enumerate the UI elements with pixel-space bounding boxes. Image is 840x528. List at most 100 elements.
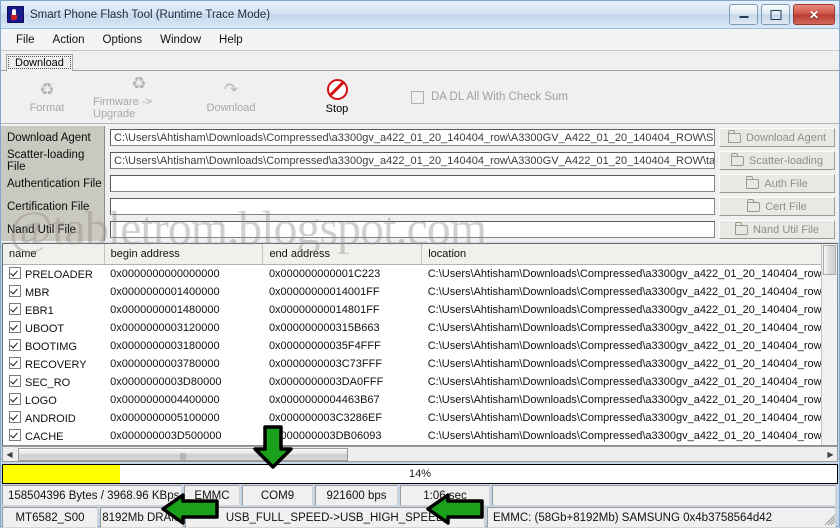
application-window: Smart Phone Flash Tool (Runtime Trace Mo… <box>0 0 840 528</box>
table-row[interactable]: UBOOT 0x0000000003120000 0x000000000315B… <box>3 319 837 337</box>
browse-button-scatter-loading[interactable]: Scatter-loading <box>719 151 835 170</box>
menu-bar: File Action Options Window Help <box>1 29 839 51</box>
menu-item-action[interactable]: Action <box>44 32 94 48</box>
horizontal-scroll-thumb[interactable]: ||| <box>18 447 348 461</box>
browse-button-nand-util-file[interactable]: Nand Util File <box>719 220 835 239</box>
input-scatter-loading[interactable]: C:\Users\Ahtisham\Downloads\Compressed\a… <box>110 152 715 169</box>
cell-location: C:\Users\Ahtisham\Downloads\Compressed\a… <box>427 322 837 334</box>
table-row[interactable]: ANDROID 0x0000000005100000 0x000000003C3… <box>3 409 837 427</box>
toolbar-button-stop[interactable]: Stop <box>291 73 383 121</box>
table-row[interactable]: LOGO 0x0000000004400000 0x0000000004463B… <box>3 391 837 409</box>
scroll-left-arrow-icon[interactable]: ◀ <box>3 448 16 461</box>
menu-item-options[interactable]: Options <box>94 32 152 48</box>
cell-end-address: 0x0000000003DA0FFF <box>268 376 384 388</box>
folder-icon <box>731 153 744 166</box>
status-dram: 8192Mb DRAM <box>100 507 183 528</box>
browse-button-auth-file[interactable]: Auth File <box>719 174 835 193</box>
upgrade-icon: ♻ <box>131 73 147 93</box>
maximize-button[interactable] <box>761 4 790 25</box>
row-checkbox[interactable] <box>9 357 21 369</box>
input-authentication-file[interactable] <box>110 175 715 192</box>
label-certification-file: Certification File <box>1 195 105 218</box>
browse-button-download-agent[interactable]: Download Agent <box>719 128 835 147</box>
input-certification-file[interactable] <box>110 198 715 215</box>
menu-item-file[interactable]: File <box>7 32 44 48</box>
table-header-row: name begin address end address location <box>3 244 837 265</box>
label-nand-util-file: Nand Util File <box>1 218 105 241</box>
input-nand-util-file[interactable] <box>110 221 715 238</box>
toolbar-button-firmware-upgrade[interactable]: ♻ Firmware -> Upgrade <box>93 73 185 121</box>
horizontal-scroll-track[interactable]: ||| <box>16 447 824 461</box>
cell-end-address: 0x00000000035F4FFF <box>268 340 381 352</box>
table-row[interactable]: PRELOADER 0x0000000000000000 0x000000000… <box>3 265 837 284</box>
window-controls: ✕ <box>729 4 835 25</box>
column-header-name[interactable]: name <box>3 244 105 265</box>
cell-end-address: 0x000000003DB06093 <box>268 430 382 442</box>
cell-begin-address: 0x0000000004400000 <box>110 394 220 406</box>
status-com-port: COM9 <box>242 485 313 506</box>
minimize-button[interactable] <box>729 4 758 25</box>
browse-button-cert-file[interactable]: Cert File <box>719 197 835 216</box>
column-header-location[interactable]: location <box>421 244 837 265</box>
scroll-right-arrow-icon[interactable]: ▶ <box>824 448 837 461</box>
cell-location: C:\Users\Ahtisham\Downloads\Compressed\a… <box>427 358 837 370</box>
table-body: PRELOADER 0x0000000000000000 0x000000000… <box>3 265 837 446</box>
row-checkbox[interactable] <box>9 411 21 423</box>
row-checkbox[interactable] <box>9 285 21 297</box>
partition-grid: name begin address end address location … <box>3 244 837 445</box>
row-checkbox[interactable] <box>9 321 21 333</box>
cell-begin-address: 0x0000000001480000 <box>110 304 220 316</box>
close-button[interactable]: ✕ <box>793 4 835 25</box>
row-checkbox[interactable] <box>9 429 21 441</box>
table-row[interactable]: MBR 0x0000000001400000 0x00000000014001F… <box>3 283 837 301</box>
cell-end-address: 0x0000000003C73FFF <box>268 358 383 370</box>
table-row[interactable]: CACHE 0x000000003D500000 0x000000003DB06… <box>3 427 837 445</box>
window-title: Smart Phone Flash Tool (Runtime Trace Mo… <box>30 8 271 21</box>
cell-location: C:\Users\Ahtisham\Downloads\Compressed\a… <box>427 376 837 388</box>
table-row[interactable]: SEC_RO 0x0000000003D80000 0x0000000003DA… <box>3 373 837 391</box>
close-icon: ✕ <box>808 7 820 22</box>
cell-end-address: 0x00000000014801FF <box>268 304 380 316</box>
input-download-agent[interactable]: C:\Users\Ahtisham\Downloads\Compressed\a… <box>110 129 715 146</box>
row-checkbox[interactable] <box>9 303 21 315</box>
status-bar-top: 158504396 Bytes / 3968.96 KBps EMMC COM9… <box>2 485 838 506</box>
table-row[interactable]: RECOVERY 0x0000000003780000 0x0000000003… <box>3 355 837 373</box>
browse-label-nand-util-file: Nand Util File <box>752 223 820 236</box>
cell-name: MBR <box>25 287 50 299</box>
label-scatter-loading: Scatter-loading File <box>1 149 105 173</box>
column-header-end-address[interactable]: end address <box>262 244 423 265</box>
flash-tool-icon <box>7 6 24 23</box>
cell-location: C:\Users\Ahtisham\Downloads\Compressed\a… <box>427 304 837 316</box>
cell-name: BOOTIMG <box>25 341 77 353</box>
row-checkbox[interactable] <box>9 339 21 351</box>
row-checkbox[interactable] <box>9 375 21 387</box>
status-chipset: MT6582_S00 <box>2 507 98 528</box>
progress-bar: 14% <box>2 464 838 484</box>
tab-download[interactable]: Download <box>6 54 73 71</box>
da-dl-checksum-checkbox[interactable]: DA DL All With Check Sum <box>411 90 568 104</box>
row-checkbox[interactable] <box>9 393 21 405</box>
toolbar-button-format[interactable]: ♻ Format <box>1 73 93 121</box>
toolbar-button-download[interactable]: ↷ Download <box>185 73 277 121</box>
table-vertical-scrollbar[interactable] <box>821 244 837 445</box>
folder-icon <box>727 130 741 143</box>
menu-item-window[interactable]: Window <box>151 32 210 48</box>
checkbox-icon <box>411 90 424 104</box>
progress-percent-label: 14% <box>408 468 432 480</box>
menu-item-help[interactable]: Help <box>210 32 252 48</box>
column-header-begin-address[interactable]: begin address <box>104 244 264 265</box>
file-row-certification: Certification File Cert File <box>1 195 839 218</box>
cell-begin-address: 0x0000000003180000 <box>110 340 220 352</box>
table-row[interactable]: EBR1 0x0000000001480000 0x00000000014801… <box>3 301 837 319</box>
resize-grip-icon[interactable] <box>821 513 835 526</box>
row-checkbox[interactable] <box>9 267 21 279</box>
cell-end-address: 0x000000000315B663 <box>268 322 380 334</box>
file-row-scatter-loading: Scatter-loading File C:\Users\Ahtisham\D… <box>1 149 839 173</box>
table-horizontal-scrollbar[interactable]: ◀ ||| ▶ <box>2 446 838 462</box>
browse-label-auth-file: Auth File <box>764 177 808 190</box>
file-row-authentication: Authentication File Auth File <box>1 172 839 195</box>
cell-location: C:\Users\Ahtisham\Downloads\Compressed\a… <box>427 268 837 280</box>
table-row[interactable]: BOOTIMG 0x0000000003180000 0x00000000035… <box>3 337 837 355</box>
cell-begin-address: 0x000000003D500000 <box>110 430 222 442</box>
vertical-scroll-thumb[interactable] <box>823 245 836 275</box>
